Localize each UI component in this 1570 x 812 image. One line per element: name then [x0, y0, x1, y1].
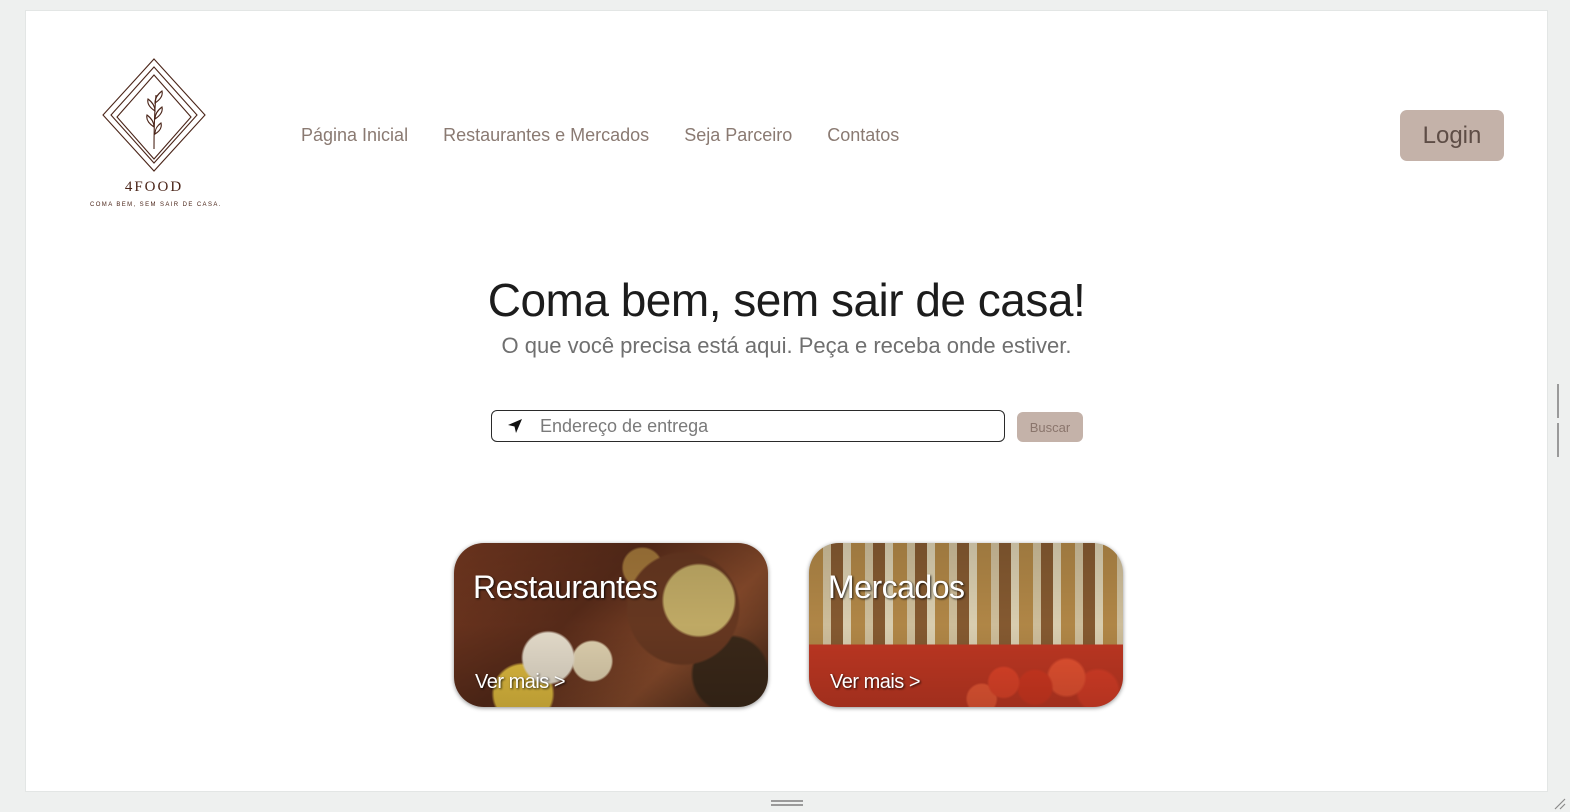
nav-item-seja-parceiro[interactable]: Seja Parceiro — [684, 125, 792, 146]
logo-name: 4FOOD — [124, 179, 184, 195]
nav-item-contatos[interactable]: Contatos — [827, 125, 899, 146]
search-button[interactable]: Buscar — [1017, 412, 1083, 442]
nav-item-restaurantes-mercados[interactable]: Restaurantes e Mercados — [443, 125, 649, 146]
address-input[interactable] — [538, 414, 982, 438]
login-button[interactable]: Login — [1400, 110, 1504, 161]
logo-tagline: COMA BEM, SEM SAIR DE CASA. — [90, 202, 222, 208]
hero-subtitle: O que você precisa está aqui. Peça e rec… — [501, 333, 1072, 358]
vertical-resize-handle[interactable] — [1557, 384, 1563, 457]
main-nav: Página Inicial Restaurantes e Mercados S… — [301, 125, 899, 146]
logo[interactable]: 4FOOD COMA BEM, SEM SAIR DE CASA. — [90, 57, 220, 217]
page-container: 4FOOD COMA BEM, SEM SAIR DE CASA. Página… — [25, 10, 1548, 792]
markets-card[interactable]: Mercados Ver mais > — [809, 543, 1123, 707]
horizontal-resize-handle[interactable] — [771, 800, 803, 808]
restaurants-card[interactable]: Restaurantes Ver mais > — [454, 543, 768, 707]
nav-item-pagina-inicial[interactable]: Página Inicial — [301, 125, 408, 146]
navigation-arrow-icon — [508, 419, 522, 433]
markets-see-more-link[interactable]: Ver mais > — [830, 671, 921, 694]
corner-resize-icon[interactable] — [1552, 796, 1566, 810]
restaurants-see-more-link[interactable]: Ver mais > — [475, 671, 566, 694]
address-search-field[interactable] — [491, 410, 1005, 442]
markets-card-title: Mercados — [828, 569, 965, 605]
restaurants-card-title: Restaurantes — [473, 569, 658, 605]
logo-diamond-icon — [102, 58, 206, 172]
hero-title: Coma bem, sem sair de casa! — [487, 274, 1086, 326]
